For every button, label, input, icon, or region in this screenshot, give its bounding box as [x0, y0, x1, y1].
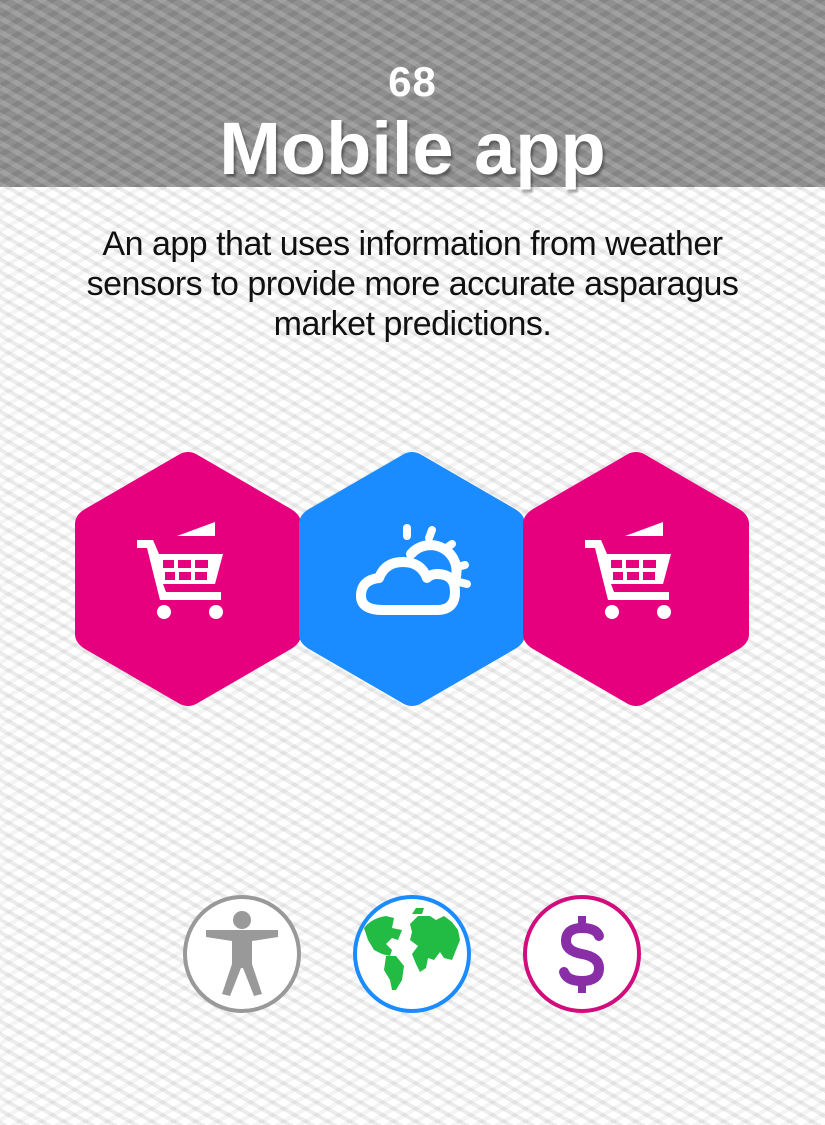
hexagon-shopping-cart-left	[75, 450, 301, 708]
hexagon-weather	[299, 450, 525, 708]
card-header: 68 Mobile app	[0, 0, 825, 190]
dollar-sign-icon	[559, 916, 604, 993]
card-title: Mobile app	[219, 107, 606, 190]
category-environment	[352, 894, 472, 1014]
card-number: 68	[388, 58, 437, 105]
hexagon-shopping-cart-right	[523, 450, 749, 708]
category-economic	[522, 894, 642, 1014]
card-description: An app that uses information from weathe…	[86, 225, 739, 343]
category-social	[182, 894, 302, 1014]
